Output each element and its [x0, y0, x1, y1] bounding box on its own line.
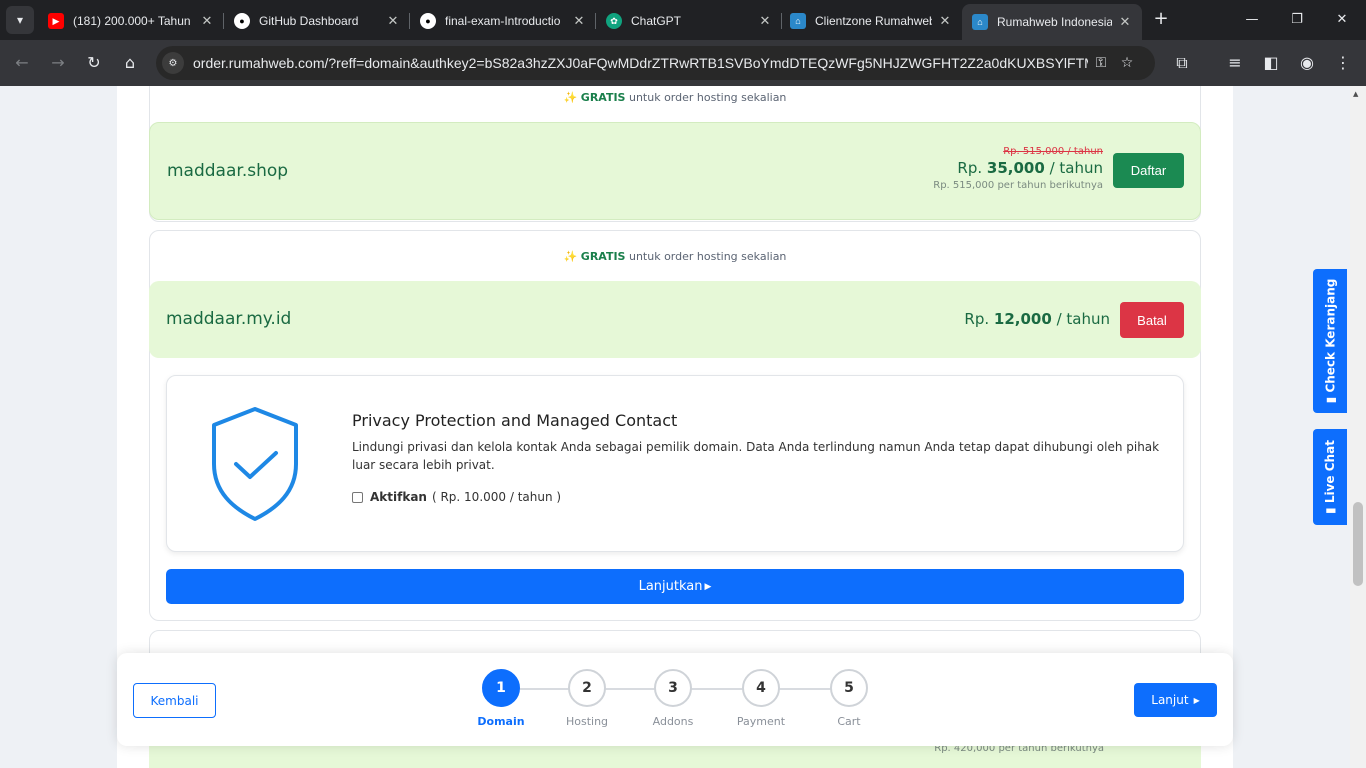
lanjutkan-button[interactable]: Lanjutkan ▶ [166, 569, 1184, 604]
domain-name: maddaar.shop [167, 161, 289, 181]
close-icon[interactable]: ✕ [758, 13, 772, 29]
caret-right-icon: ▶ [1193, 695, 1200, 705]
cart-icon: ▮ [1323, 396, 1337, 404]
step-cart[interactable]: 5 Cart [829, 669, 869, 728]
privacy-description: Lindungi privasi dan kelola kontak Anda … [352, 440, 1160, 472]
browser-toolbar: ← → ↻ ⌂ ⚙ order.rumahweb.com/?reff=domai… [0, 40, 1366, 86]
order-wizard-bar: Kembali 1 Domain 2 Hosting 3 Addons 4 Paymen… [117, 653, 1233, 746]
gratis-note: ✨ GRATIS untuk order hosting sekalian [563, 250, 787, 263]
live-chat-tab[interactable]: ▮ Live Chat [1313, 429, 1347, 525]
home-icon[interactable]: ⌂ [118, 51, 142, 75]
tab-rumahweb-active[interactable]: ⌂ Rumahweb Indonesia ✕ [962, 4, 1142, 40]
close-window-button[interactable]: ✕ [1327, 8, 1357, 32]
chat-icon: ▮ [1323, 507, 1338, 514]
minimize-button[interactable]: — [1237, 8, 1267, 32]
gratis-note: ✨ GRATIS untuk order hosting sekalian [563, 91, 787, 104]
tab-clientzone[interactable]: ⌂ Clientzone Rumahweb ✕ [780, 6, 962, 36]
step-addons[interactable]: 3 Addons [653, 669, 693, 728]
close-icon[interactable]: ✕ [938, 13, 952, 29]
page-viewport: ✨ GRATIS untuk order hosting sekalian ma… [0, 86, 1366, 768]
daftar-button[interactable]: Daftar [1113, 153, 1184, 188]
bookmark-star-icon[interactable]: ☆ [1114, 55, 1140, 71]
restore-button[interactable]: ❐ [1282, 8, 1312, 32]
old-price: Rp. 515,000 / tahun [1003, 146, 1103, 157]
close-icon[interactable]: ✕ [1118, 14, 1132, 30]
scrollbar-thumb[interactable] [1353, 502, 1363, 586]
aktifkan-checkbox[interactable] [352, 491, 363, 503]
privacy-checkbox-row[interactable]: Aktifkan ( Rp. 10.000 / tahun ) [352, 490, 561, 504]
forward-arrow-icon[interactable]: → [46, 51, 70, 75]
privacy-protection-panel: Privacy Protection and Managed Contact L… [166, 375, 1184, 552]
batal-button[interactable]: Batal [1120, 302, 1184, 338]
close-icon[interactable]: ✕ [200, 13, 214, 29]
rumahweb-icon: ⌂ [790, 13, 806, 29]
url-text[interactable]: order.rumahweb.com/?reff=domain&authkey2… [193, 55, 1088, 71]
side-panel-icon[interactable]: ◧ [1259, 51, 1283, 75]
extensions-icon[interactable]: ⧉ [1170, 51, 1194, 75]
domain-price: Rp. 515,000 / tahun Rp. 35,000 / tahun R… [933, 146, 1103, 191]
close-icon[interactable]: ✕ [572, 13, 586, 29]
step-payment[interactable]: 4 Payment [737, 669, 785, 728]
sparkle-icon: ✨ [563, 91, 578, 104]
privacy-price: ( Rp. 10.000 / tahun ) [431, 490, 562, 504]
domain-row-shop: maddaar.shop Rp. 515,000 / tahun Rp. 35,… [149, 122, 1201, 220]
caret-right-icon: ▶ [704, 581, 712, 592]
github-icon: ● [420, 13, 436, 29]
youtube-icon: ▶ [48, 13, 64, 29]
address-bar[interactable]: ⚙ order.rumahweb.com/?reff=domain&authke… [156, 46, 1155, 80]
step-domain[interactable]: 1 Domain [477, 669, 525, 728]
github-icon: ● [234, 13, 250, 29]
media-control-icon[interactable]: ≡ [1223, 51, 1247, 75]
check-keranjang-tab[interactable]: ▮ Check Keranjang [1313, 269, 1347, 413]
aktifkan-label: Aktifkan [370, 490, 427, 504]
page-scrollbar[interactable]: ▲ [1350, 86, 1366, 768]
close-icon[interactable]: ✕ [386, 13, 400, 29]
rumahweb-icon: ⌂ [972, 14, 988, 30]
back-arrow-icon[interactable]: ← [10, 51, 34, 75]
domain-name: maddaar.my.id [166, 309, 292, 329]
kembali-button[interactable]: Kembali [133, 683, 216, 718]
domain-row-myid: maddaar.my.id Rp. 12,000 / tahun Batal [149, 281, 1201, 358]
chatgpt-icon: ✿ [606, 13, 622, 29]
reload-icon[interactable]: ↻ [82, 51, 106, 75]
shield-check-icon [212, 407, 298, 521]
renewal-price: Rp. 515,000 per tahun berikutnya [933, 180, 1103, 191]
lanjut-button[interactable]: Lanjut ▶ [1134, 683, 1217, 717]
new-tab-button[interactable]: + [1150, 8, 1172, 30]
tab-search-button[interactable]: ▾ [6, 6, 34, 34]
tab-youtube[interactable]: ▶ (181) 200.000+ Tahun ✕ [38, 6, 224, 36]
tab-final-exam[interactable]: ● final-exam-Introductio ✕ [410, 6, 596, 36]
sparkle-icon: ✨ [563, 250, 578, 263]
key-icon[interactable]: ⚿ [1088, 55, 1114, 71]
profile-avatar[interactable]: ◉ [1295, 51, 1319, 75]
tab-strip: ▾ ▶ (181) 200.000+ Tahun ✕ ● GitHub Dash… [0, 0, 1366, 40]
tab-github-dashboard[interactable]: ● GitHub Dashboard ✕ [224, 6, 410, 36]
site-info-icon[interactable]: ⚙ [162, 52, 184, 74]
menu-icon[interactable]: ⋮ [1331, 51, 1355, 75]
scroll-up-icon[interactable]: ▲ [1353, 90, 1358, 98]
step-hosting[interactable]: 2 Hosting [566, 669, 608, 728]
tab-chatgpt[interactable]: ✿ ChatGPT ✕ [596, 6, 782, 36]
domain-price: Rp. 12,000 / tahun [964, 310, 1110, 328]
privacy-title: Privacy Protection and Managed Contact [352, 411, 678, 430]
